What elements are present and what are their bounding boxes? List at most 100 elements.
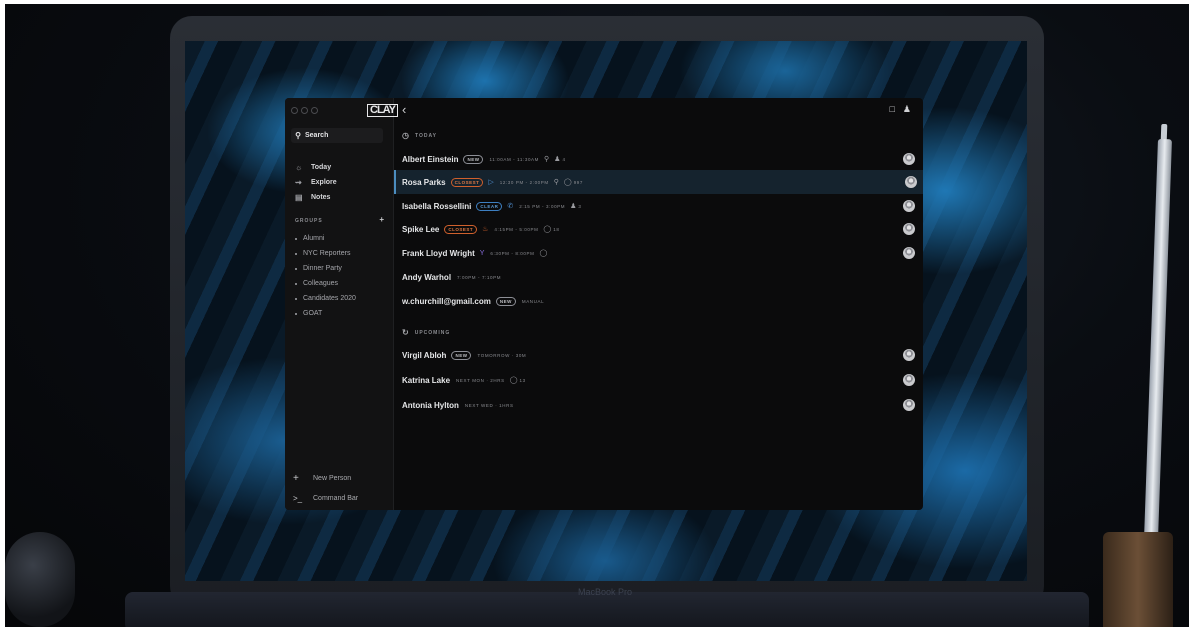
new-badge: NEW (495, 296, 516, 306)
close-window-button[interactable] (291, 107, 298, 114)
laptop-brand: MacBook Pro (577, 587, 633, 597)
group-item-nyc-reporters[interactable]: NYC Reporters (295, 246, 356, 261)
top-toolbar: □ ♟ (889, 104, 911, 115)
groups-header: GROUPS + (295, 215, 385, 224)
bullet-icon (295, 312, 297, 315)
new-person-label: New Person (313, 474, 352, 482)
avatar (903, 200, 915, 212)
person-email: w.churchill@gmail.com (402, 296, 491, 306)
add-group-button[interactable]: + (379, 215, 385, 224)
meeting-time: 12:30 PM - 2:00PM (499, 179, 549, 185)
group-label: NYC Reporters (303, 250, 351, 257)
closest-badge: CLOSEST (444, 224, 478, 234)
new-person-button[interactable]: + New Person (293, 468, 358, 488)
clock-icon: ◷ (402, 131, 410, 140)
desk-ornament (5, 532, 75, 627)
message-count: 18 (553, 226, 560, 232)
sidebar: CLAY ⚲ Search ☼ Today ⇝ Explore ▤ Notes … (285, 98, 398, 510)
plus-icon: + (293, 472, 299, 484)
window-controls (291, 107, 318, 114)
chat-icon[interactable]: □ (889, 104, 894, 115)
sidebar-item-notes[interactable]: ▤ Notes (295, 190, 337, 205)
person-name: Isabella Rossellini (402, 201, 472, 211)
person-name: Virgil Abloh (402, 350, 447, 360)
cocktail-icon: Y (479, 249, 485, 257)
clay-app-window: CLAY ⚲ Search ☼ Today ⇝ Explore ▤ Notes … (285, 98, 923, 510)
section-label: TODAY (414, 132, 437, 139)
groups-heading: GROUPS (295, 218, 323, 224)
group-label: Dinner Party (303, 265, 342, 272)
sidebar-item-today[interactable]: ☼ Today (295, 160, 337, 175)
closest-badge: CLOSEST (450, 177, 484, 187)
pencil-holder (1103, 532, 1173, 627)
food-icon: ♨ (482, 226, 489, 233)
person-icon[interactable]: ♟ (903, 104, 911, 115)
meeting-time: TOMORROW · 30M (477, 352, 527, 358)
group-item-colleagues[interactable]: Colleagues (295, 276, 356, 291)
search-button[interactable]: ⚲ Search (291, 128, 383, 143)
terminal-icon: >_ (293, 493, 303, 503)
group-item-goat[interactable]: GOAT (295, 306, 356, 321)
laptop-keyboard (125, 592, 1089, 627)
sidebar-item-label: Notes (311, 194, 331, 201)
search-label: Search (305, 132, 329, 139)
search-icon: ⚲ (544, 156, 550, 163)
avatar (903, 399, 915, 411)
avatar (903, 349, 915, 361)
meeting-time: 11:00AM - 11:30AM (489, 156, 540, 162)
minimize-window-button[interactable] (301, 107, 308, 114)
explore-icon: ⇝ (295, 178, 302, 187)
search-icon: ⚲ (295, 131, 301, 140)
maximize-window-button[interactable] (311, 107, 318, 114)
group-label: Colleagues (303, 280, 339, 287)
message-count: 13 (519, 377, 526, 383)
back-button[interactable]: ‹ (402, 102, 406, 117)
message-icon: ◯ (539, 250, 548, 257)
group-icon: ♟ (554, 156, 561, 163)
group-item-dinner-party[interactable]: Dinner Party (295, 261, 356, 276)
refresh-icon: ↻ (402, 328, 410, 337)
bullet-icon (295, 267, 297, 270)
person-name: Rosa Parks (402, 177, 446, 187)
avatar (903, 247, 915, 259)
table-row-selected[interactable]: Rosa Parks CLOSEST ▷ 12:30 PM - 2:00PM ⚲… (394, 170, 923, 194)
sidebar-item-explore[interactable]: ⇝ Explore (295, 175, 337, 190)
person-name: Antonia Hylton (402, 400, 459, 410)
meeting-time: 6:30PM - 8:00PM (490, 250, 535, 256)
list-item[interactable]: Isabella Rossellini CLEAR ✆ 2:15 PM - 3:… (394, 194, 923, 218)
groups-list: Alumni NYC Reporters Dinner Party Collea… (295, 231, 356, 321)
message-icon: ◯ (563, 179, 572, 186)
attendee-count: 3 (578, 203, 582, 209)
group-label: Candidates 2020 (303, 295, 356, 302)
avatar (903, 153, 915, 165)
sidebar-nav: ☼ Today ⇝ Explore ▤ Notes (295, 160, 337, 205)
avatar (905, 176, 917, 188)
meeting-time: NEXT MON · 2HRS (456, 377, 505, 383)
bullet-icon (295, 237, 297, 240)
person-name: Andy Warhol (402, 272, 452, 282)
new-badge: NEW (451, 350, 472, 360)
list-item[interactable]: Albert Einstein NEW 11:00AM - 11:30AM ⚲ … (394, 147, 923, 171)
list-item[interactable]: Antonia Hylton NEXT WED · 1HRS (394, 393, 923, 417)
notes-icon: ▤ (295, 193, 303, 202)
person-name: Frank Lloyd Wright (402, 248, 475, 258)
list-item[interactable]: Frank Lloyd Wright Y 6:30PM - 8:00PM ◯ (394, 241, 923, 265)
list-item[interactable]: w.churchill@gmail.com NEW MANUAL (394, 289, 923, 313)
group-item-alumni[interactable]: Alumni (295, 231, 356, 246)
clear-badge: CLEAR (476, 201, 503, 211)
person-name: Spike Lee (402, 224, 440, 234)
video-icon: ▷ (488, 179, 494, 186)
list-item[interactable]: Spike Lee CLOSEST ♨ 4:15PM - 5:00PM ◯ 18 (394, 217, 923, 241)
group-label: Alumni (303, 235, 325, 242)
list-item[interactable]: Virgil Abloh NEW TOMORROW · 30M (394, 343, 923, 367)
section-today: ◷ TODAY (402, 131, 437, 140)
search-icon: ⚲ (553, 179, 559, 186)
bullet-icon (295, 282, 297, 285)
group-item-candidates-2020[interactable]: Candidates 2020 (295, 291, 356, 306)
avatar (903, 223, 915, 235)
sidebar-item-label: Explore (311, 179, 337, 186)
sidebar-item-label: Today (311, 164, 332, 171)
command-bar-button[interactable]: >_ Command Bar (293, 488, 358, 508)
list-item[interactable]: Andy Warhol 7:00PM - 7:10PM (394, 265, 923, 289)
list-item[interactable]: Katrina Lake NEXT MON · 2HRS ◯ 13 (394, 368, 923, 392)
